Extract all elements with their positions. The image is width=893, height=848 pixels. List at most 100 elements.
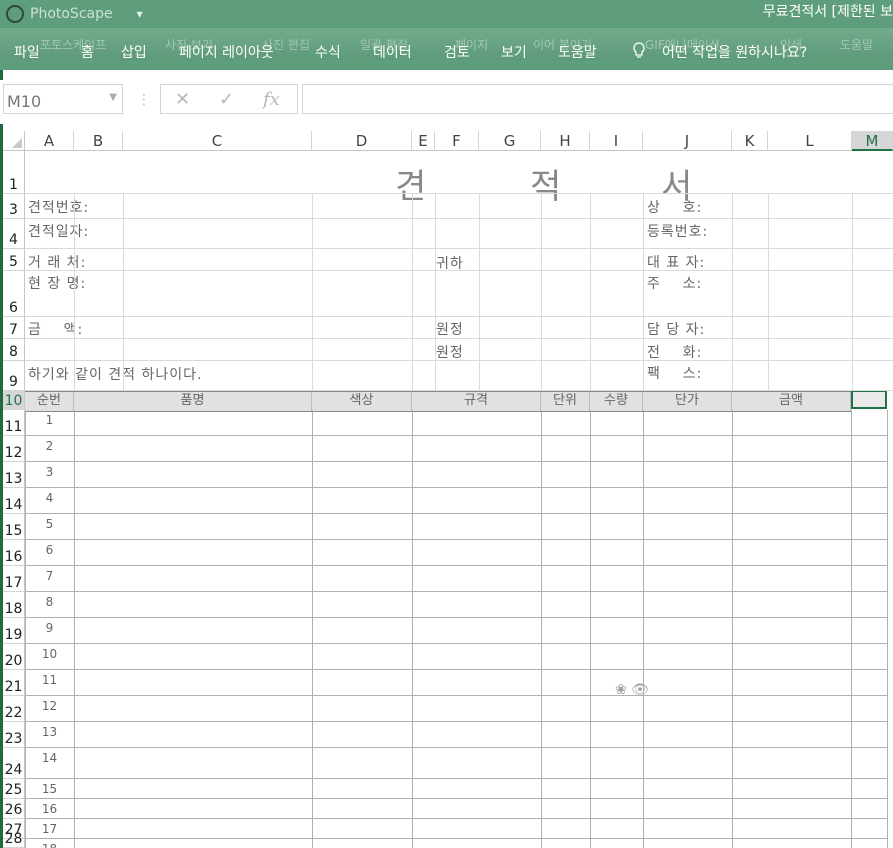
item-number: 12 [41, 699, 58, 713]
row-number: 24 [4, 762, 23, 778]
row-header-17[interactable]: 17 [3, 566, 25, 592]
item-number: 4 [45, 491, 54, 505]
row-header-24[interactable]: 24 [3, 748, 25, 779]
menu-view[interactable]: 보기 [501, 42, 527, 62]
grid-line [25, 270, 893, 271]
menu-file[interactable]: 파일 [14, 42, 40, 62]
column-header-d[interactable]: D [312, 131, 412, 151]
column-header-f[interactable]: F [435, 131, 479, 151]
menu-data[interactable]: 데이터 [373, 42, 412, 62]
row-header-16[interactable]: 16 [3, 540, 25, 566]
column-header-a[interactable]: A [25, 131, 74, 151]
menu-review[interactable]: 검토 [444, 42, 470, 62]
table-border [25, 747, 887, 748]
grid-line [312, 193, 313, 391]
table-border [590, 410, 591, 848]
menu-insert[interactable]: 삽입 [121, 42, 147, 62]
table-border [25, 778, 887, 779]
row-header-12[interactable]: 12 [3, 436, 25, 462]
label-address: 주 소: [647, 276, 703, 292]
overlay-app-title: PhotoScape [30, 6, 113, 22]
label-site: 현 장 명: [28, 276, 87, 292]
grid-line [852, 193, 853, 391]
enter-icon[interactable]: ✓ [219, 89, 234, 110]
row-header-23[interactable]: 23 [3, 722, 25, 748]
cancel-icon[interactable]: ✕ [175, 89, 190, 110]
tell-me-search[interactable]: 어떤 작업을 원하시나요? [662, 42, 807, 62]
table-border [25, 617, 887, 618]
item-number: 17 [41, 822, 58, 836]
menu-formulas[interactable]: 수식 [315, 42, 341, 62]
row-number: 20 [4, 653, 23, 669]
row-header-11[interactable]: 11 [3, 410, 25, 436]
column-header-j[interactable]: J [643, 131, 732, 151]
row-header-25[interactable]: 25 [3, 779, 25, 799]
worksheet-grid[interactable]: 견 적 서 견적번호: 견적일자: 거 래 처: 현 장 명: 금 액: 하기와… [25, 151, 893, 848]
lightbulb-icon[interactable] [632, 42, 646, 64]
formula-bar-grip-icon[interactable]: ⋮ [137, 92, 151, 108]
row-number: 6 [9, 300, 18, 316]
row-header-26[interactable]: 26 [3, 799, 25, 819]
row-header-18[interactable]: 18 [3, 592, 25, 618]
title-bar-left: PhotoScape ▾ [6, 3, 143, 25]
row-number: 10 [4, 393, 23, 409]
table-border [412, 410, 413, 848]
grid-line [25, 338, 893, 339]
grid-line [435, 193, 436, 391]
row-header-1[interactable]: 1 [3, 151, 25, 194]
name-box[interactable]: M10 ▼ [3, 84, 123, 114]
item-number: 5 [45, 517, 54, 531]
grid-line [25, 248, 893, 249]
column-header-g[interactable]: G [479, 131, 541, 151]
row-number: 9 [9, 374, 18, 390]
menu-home[interactable]: 홈 [81, 42, 94, 62]
row-number: 5 [9, 254, 18, 270]
item-number: 8 [45, 595, 54, 609]
row-header-9[interactable]: 9 [3, 361, 25, 391]
column-header-h[interactable]: H [541, 131, 590, 151]
grid-line [479, 193, 480, 391]
row-header-10[interactable]: 10 [3, 391, 25, 410]
row-header-3[interactable]: 3 [3, 194, 25, 219]
row-header-22[interactable]: 22 [3, 696, 25, 722]
label-won-1: 원정 [436, 322, 464, 338]
row-header-8[interactable]: 8 [3, 339, 25, 361]
formula-input[interactable] [302, 84, 893, 114]
row-number: 4 [9, 232, 18, 248]
grid-line [25, 218, 893, 219]
item-number: 1 [45, 413, 54, 427]
row-header-21[interactable]: 21 [3, 670, 25, 696]
row-header-20[interactable]: 20 [3, 644, 25, 670]
menu-help[interactable]: 도움말 [558, 42, 597, 62]
table-border [25, 643, 887, 644]
row-number: 13 [4, 471, 23, 487]
chevron-down-icon[interactable]: ▼ [109, 92, 117, 103]
column-header-i[interactable]: I [590, 131, 643, 151]
select-all-corner[interactable] [3, 131, 25, 151]
row-header-4[interactable]: 4 [3, 219, 25, 249]
row-header-28[interactable]: 28 [3, 831, 25, 848]
row-header-14[interactable]: 14 [3, 488, 25, 514]
active-cell-m10[interactable] [851, 390, 887, 409]
label-ceo: 대 표 자: [647, 255, 706, 271]
column-header-e[interactable]: E [412, 131, 435, 151]
insert-function-icon[interactable]: fx [263, 89, 280, 110]
column-header-k[interactable]: K [732, 131, 768, 151]
title-char-2: 적 [530, 167, 562, 207]
column-header-c[interactable]: C [123, 131, 312, 151]
row-header-5[interactable]: 5 [3, 249, 25, 271]
column-header-m[interactable]: M [852, 131, 893, 151]
column-header-l[interactable]: L [768, 131, 852, 151]
quick-access-dropdown[interactable]: ▾ [137, 7, 143, 21]
row-header-19[interactable]: 19 [3, 618, 25, 644]
menu-page-layout[interactable]: 페이지 레이아웃 [179, 42, 274, 62]
row-header-13[interactable]: 13 [3, 462, 25, 488]
grid-line [541, 193, 542, 391]
row-number: 21 [4, 679, 23, 695]
item-number: 18 [25, 842, 74, 848]
row-header-15[interactable]: 15 [3, 514, 25, 540]
row-header-6[interactable]: 6 [3, 271, 25, 317]
column-header-b[interactable]: B [74, 131, 123, 151]
table-border [643, 410, 644, 848]
row-header-7[interactable]: 7 [3, 317, 25, 339]
